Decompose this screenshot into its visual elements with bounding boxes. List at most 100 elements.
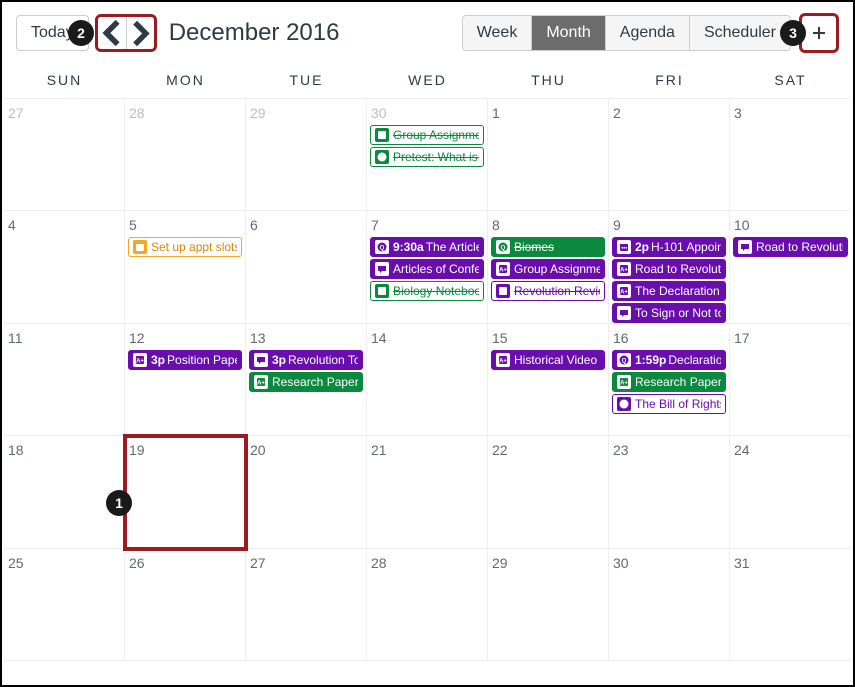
calendar-cell[interactable]: 22	[488, 436, 609, 548]
calendar-cell[interactable]: 3	[730, 99, 851, 211]
date-number: 30	[611, 551, 727, 573]
calendar-event[interactable]: Historical Video A	[491, 350, 605, 370]
event-text: Pretest: What is a	[393, 149, 479, 165]
calendar-event[interactable]: Road to Revolution	[733, 237, 848, 257]
event-label: Articles of Confed	[393, 262, 479, 276]
calendar-cell[interactable]: 7 9:30aThe Articles Articles of Confed Biol…	[367, 211, 488, 323]
calendar-event[interactable]: Articles of Confed	[370, 259, 484, 279]
calendar-cell[interactable]: 19	[125, 436, 246, 548]
event-text: 9:30aThe Articles	[393, 239, 479, 255]
tab-scheduler[interactable]: Scheduler	[689, 16, 790, 50]
calendar-cell[interactable]: 6	[246, 211, 367, 323]
event-label: Historical Video A	[514, 353, 600, 367]
calendar-cell[interactable]: 27	[4, 99, 125, 211]
calendar-cell[interactable]: 31	[730, 549, 851, 661]
calendar-cell[interactable]: 161:59pDeclarationResearch PaperThe Bill…	[609, 324, 730, 436]
calendar-event[interactable]: To Sign or Not to	[612, 303, 726, 323]
date-number: 8	[490, 213, 606, 235]
event-label: Declaration	[668, 353, 721, 367]
calendar-event[interactable]: 3pPosition Paper	[128, 350, 242, 370]
calendar-cell[interactable]: 21	[367, 436, 488, 548]
event-text: Research Paper P	[272, 374, 358, 390]
event-text: Group Assignment	[514, 261, 600, 277]
calendar-cell[interactable]: 20	[246, 436, 367, 548]
plus-icon	[811, 25, 827, 41]
calendar-cell[interactable]: 30Group AssignmentPretest: What is a	[367, 99, 488, 211]
calendar-event[interactable]: 3pRevolution Top	[249, 350, 363, 370]
calendar-cell[interactable]: 29	[488, 549, 609, 661]
calendar-cell[interactable]: 28	[367, 549, 488, 661]
event-text: Revolution Review	[514, 283, 600, 299]
event-time: 3p	[151, 353, 165, 367]
day-header: SAT	[730, 72, 851, 88]
calendar-event[interactable]: Set up appt slots	[128, 237, 242, 257]
discussion-icon	[375, 262, 389, 276]
calendar-app: 2 3 1 Today December 2016 Week Month Age…	[0, 0, 855, 687]
calendar-event[interactable]: Biology Notebook	[370, 281, 484, 301]
date-number: 5	[127, 213, 243, 235]
tab-agenda[interactable]: Agenda	[605, 16, 689, 50]
calendar-cell[interactable]: 28	[125, 99, 246, 211]
calendar-cell[interactable]: 26	[125, 549, 246, 661]
calendar-cell[interactable]: 8 Biomes Group Assignment Revolution Review	[488, 211, 609, 323]
calendar-cell[interactable]: 133pRevolution TopResearch Paper P	[246, 324, 367, 436]
calendar-cell[interactable]: 5 Set up appt slots	[125, 211, 246, 323]
calendar-event[interactable]: Road to Revolution	[612, 259, 726, 279]
day-header: SUN	[4, 72, 125, 88]
calendar-event[interactable]: Research Paper	[612, 372, 726, 392]
event-text: The Bill of Rights	[635, 396, 721, 412]
calendar-event[interactable]: 1:59pDeclaration	[612, 350, 726, 370]
calendar-cell[interactable]: 24	[730, 436, 851, 548]
date-number: 27	[6, 101, 122, 123]
calendar-header: Today December 2016 Week Month Agenda Sc…	[2, 2, 853, 58]
quiz-icon	[617, 397, 631, 411]
calendar-event[interactable]: Group Assignment	[370, 125, 484, 145]
callout-3: 3	[780, 20, 806, 46]
event-text: The Declaration o	[635, 283, 721, 299]
event-time: 3p	[272, 353, 286, 367]
calendar-event[interactable]: 9:30aThe Articles	[370, 237, 484, 257]
calendar-cell[interactable]: 17	[730, 324, 851, 436]
calendar-cell[interactable]: 23	[609, 436, 730, 548]
prev-month-button[interactable]	[98, 17, 126, 49]
calendar-event[interactable]: The Bill of Rights	[612, 394, 726, 414]
calendar-cell[interactable]: 4	[4, 211, 125, 323]
view-tabs: Week Month Agenda Scheduler	[462, 15, 791, 51]
calendar-event[interactable]: Revolution Review	[491, 281, 605, 301]
event-text: Biomes	[514, 239, 554, 255]
calendar-icon	[133, 240, 147, 254]
calendar-cell[interactable]: 2	[609, 99, 730, 211]
event-label: Set up appt slots	[151, 240, 237, 254]
calendar-cell[interactable]: 15Historical Video A	[488, 324, 609, 436]
calendar-cell[interactable]: 1	[488, 99, 609, 211]
calendar-cell[interactable]: 29	[246, 99, 367, 211]
calendar-event[interactable]: 2pH-101 Appointment	[612, 237, 726, 257]
calendar-cell[interactable]: 30	[609, 549, 730, 661]
event-text: Road to Revolution	[635, 261, 721, 277]
calendar-cell[interactable]: 25	[4, 549, 125, 661]
event-text: Research Paper	[635, 374, 721, 390]
assignment-icon	[254, 375, 268, 389]
calendar-event[interactable]: Pretest: What is a	[370, 147, 484, 167]
calendar-cell[interactable]: 27	[246, 549, 367, 661]
event-text: 3pRevolution Top	[272, 352, 358, 368]
calendar-cell[interactable]: 14	[367, 324, 488, 436]
calendar-event[interactable]: Biomes	[491, 237, 605, 257]
next-month-button[interactable]	[126, 17, 154, 49]
date-number: 7	[369, 213, 485, 235]
discussion-icon	[254, 353, 268, 367]
calendar-event[interactable]: The Declaration o	[612, 281, 726, 301]
calendar-cell[interactable]: 11	[4, 324, 125, 436]
calendar-cell[interactable]: 18	[4, 436, 125, 548]
event-text: 1:59pDeclaration	[635, 352, 721, 368]
event-text: 3pPosition Paper	[151, 352, 237, 368]
calendar-event[interactable]: Research Paper P	[249, 372, 363, 392]
event-label: Biology Notebook	[393, 284, 479, 298]
calendar-cell[interactable]: 123pPosition Paper	[125, 324, 246, 436]
tab-month[interactable]: Month	[531, 16, 604, 50]
calendar-cell[interactable]: 10Road to Revolution	[730, 211, 851, 323]
calendar-event[interactable]: Group Assignment	[491, 259, 605, 279]
calendar-cell[interactable]: 92pH-101 AppointmentRoad to RevolutionTh…	[609, 211, 730, 323]
tab-week[interactable]: Week	[463, 16, 532, 50]
date-number: 29	[490, 551, 606, 573]
